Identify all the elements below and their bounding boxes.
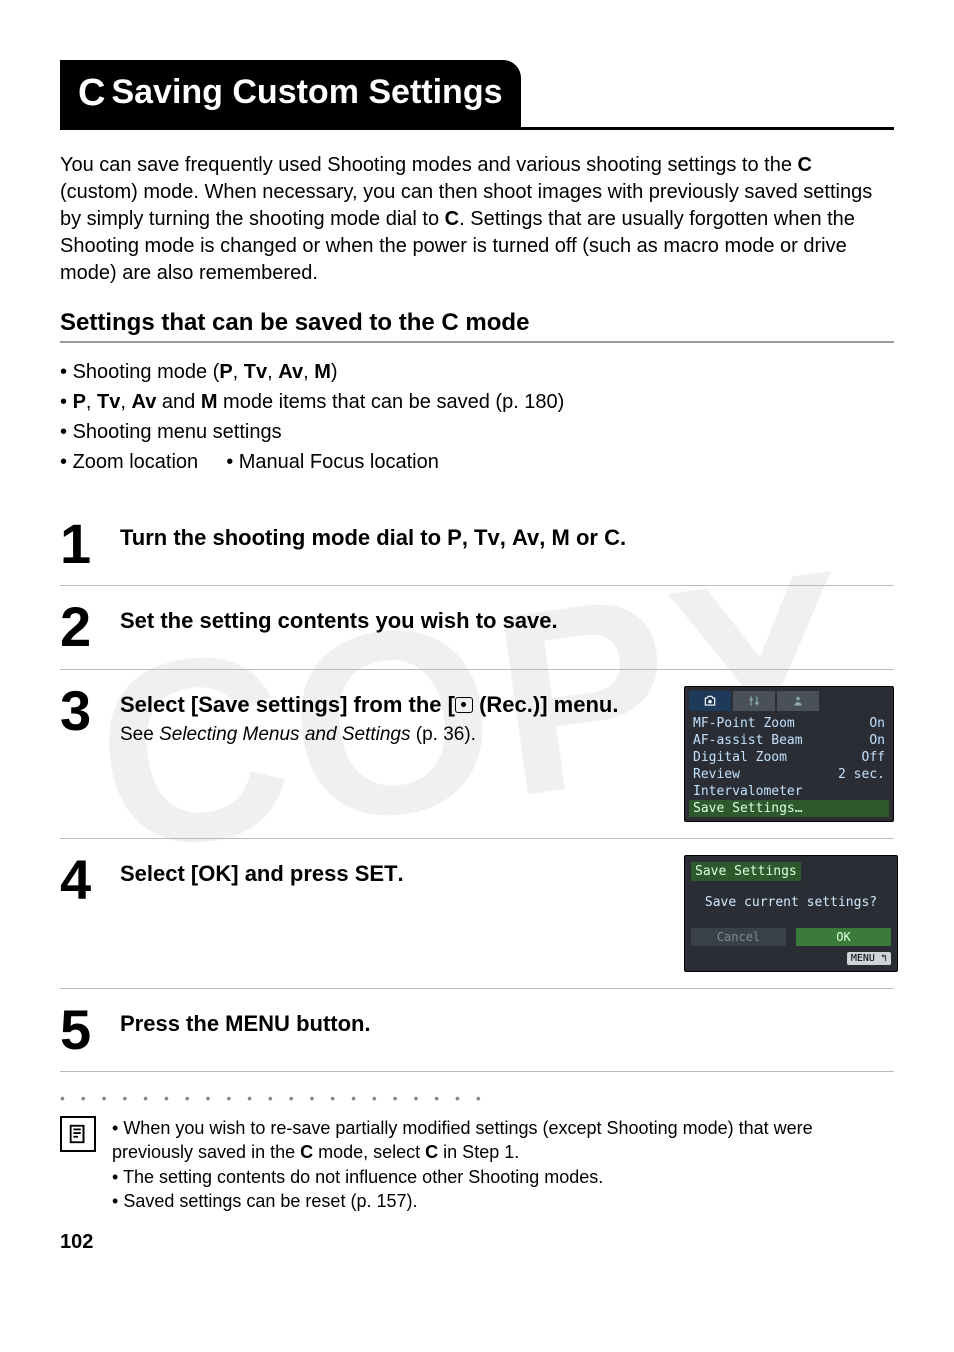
menu-row: Intervalometer [689, 783, 889, 800]
page-number: 102 [60, 1231, 894, 1254]
step-number: 2 [60, 602, 102, 652]
step-number: 5 [60, 1005, 102, 1055]
step-4: 4 Select [OK] and press SET. Save Settin… [60, 839, 894, 989]
title-text: Saving Custom Settings [111, 73, 502, 111]
note-item: The setting contents do not influence ot… [112, 1165, 894, 1189]
step-2: 2 Set the setting contents you wish to s… [60, 586, 894, 669]
menu-back-chip: MENU ↰ [847, 952, 891, 965]
step-number: 4 [60, 855, 102, 905]
mode-c-glyph: C [798, 154, 812, 176]
menu-row: Digital ZoomOff [689, 749, 889, 766]
save-dialog-message: Save current settings? [691, 895, 891, 910]
menu-row: MF-Point ZoomOn [689, 715, 889, 732]
step-text: Turn the shooting mode dial to P, Tv, Av… [120, 519, 894, 551]
save-dialog-title: Save Settings [691, 862, 801, 881]
menu-row: Review2 sec. [689, 766, 889, 783]
settings-bullet-list: Shooting mode (P, Tv, Av, M) P, Tv, Av a… [60, 357, 894, 477]
ok-button: OK [796, 928, 891, 946]
divider-dots: • • • • • • • • • • • • • • • • • • • • … [60, 1090, 894, 1106]
list-item: Zoom location• Manual Focus location [60, 447, 894, 477]
menu-row-selected: Save Settings… [689, 800, 889, 817]
menu-button-label: MENU [225, 1011, 290, 1036]
note-item: Saved settings can be reset (p. 157). [112, 1189, 894, 1213]
rec-icon [455, 697, 473, 713]
intro-paragraph: You can save frequently used Shooting mo… [60, 152, 894, 287]
step-1: 1 Turn the shooting mode dial to P, Tv, … [60, 503, 894, 586]
subheader: Settings that can be saved to the C mode [60, 309, 894, 343]
step-number: 1 [60, 519, 102, 569]
rec-menu-screenshot: MF-Point ZoomOn AF-assist BeamOn Digital… [684, 686, 894, 822]
menu-row: AF-assist BeamOn [689, 732, 889, 749]
tab-rec-icon [689, 691, 731, 711]
set-label: SET [355, 861, 398, 886]
note-item: When you wish to re-save partially modif… [112, 1116, 894, 1165]
mode-c-glyph: C [445, 208, 459, 230]
list-item: Shooting mode (P, Tv, Av, M) [60, 357, 894, 387]
step-text: Select [Save settings] from the [ (Rec.)… [120, 686, 666, 746]
tab-setup-icon [733, 691, 775, 711]
note-icon [60, 1116, 96, 1152]
list-item: Shooting menu settings [60, 417, 894, 447]
step-3: 3 Select [Save settings] from the [ (Rec… [60, 670, 894, 839]
list-item: P, Tv, Av and M mode items that can be s… [60, 387, 894, 417]
step-text: Set the setting contents you wish to sav… [120, 602, 894, 634]
step-5: 5 Press the MENU button. [60, 989, 894, 1072]
title-mode-icon: C [78, 72, 105, 114]
notes-block: When you wish to re-save partially modif… [60, 1116, 894, 1213]
title-section: CSaving Custom Settings [60, 60, 894, 130]
cancel-button: Cancel [691, 928, 786, 946]
step-number: 3 [60, 686, 102, 736]
step-text: Select [OK] and press SET. [120, 855, 666, 887]
save-settings-screenshot: Save Settings Save current settings? Can… [684, 855, 898, 972]
step-text: Press the MENU button. [120, 1005, 894, 1037]
mode-c-glyph: C [441, 309, 458, 336]
tab-mycamera-icon [777, 691, 819, 711]
